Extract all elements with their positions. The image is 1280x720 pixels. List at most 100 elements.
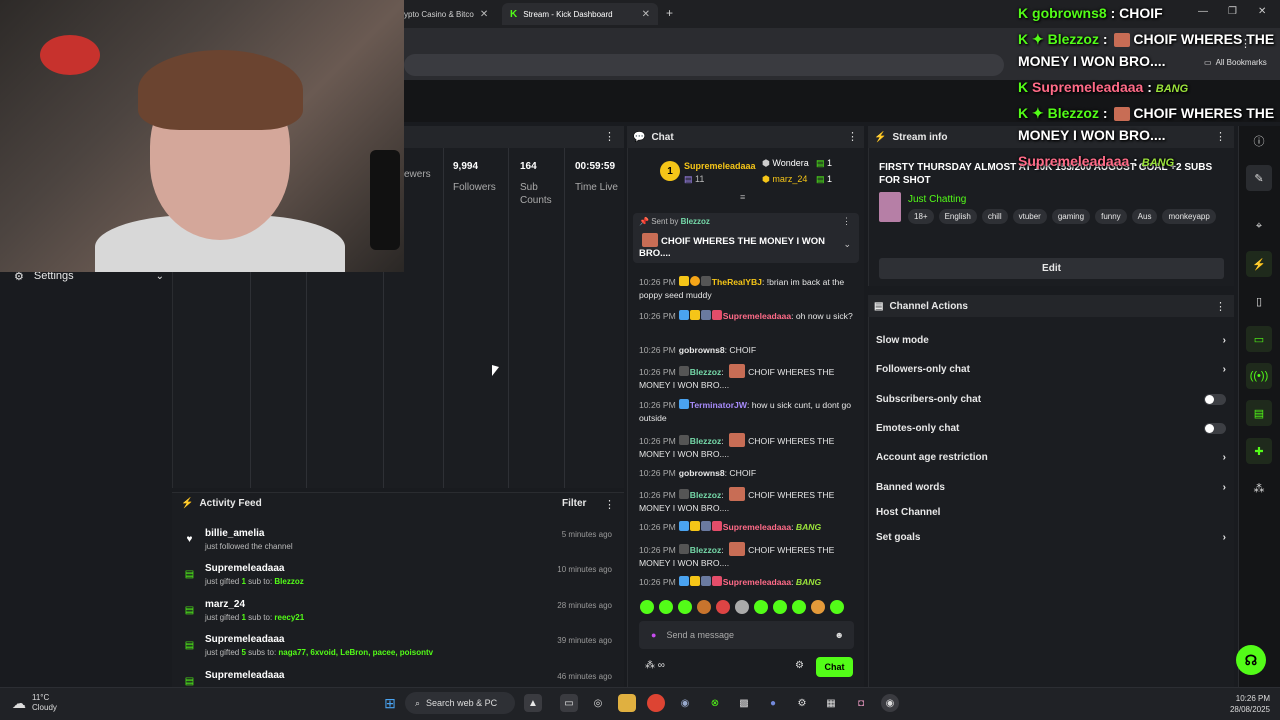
list-item: ♥ billie_amelia just followed the channe…	[180, 528, 616, 562]
weather-widget[interactable]: ☁ 11°C Cloudy	[12, 693, 57, 713]
taskbar-search[interactable]: ⌕ Search web & PC	[405, 692, 515, 714]
host-channel-row[interactable]: Host Channel	[876, 504, 1226, 520]
gift-icon: ▤	[816, 174, 825, 184]
emoji-icon[interactable]: ☻	[835, 630, 844, 640]
badge-icon	[678, 399, 689, 409]
all-bookmarks-label: All Bookmarks	[1215, 58, 1267, 67]
crown-icon	[689, 521, 700, 531]
xbox-icon[interactable]: ⊗	[706, 694, 724, 712]
tab-crypto-casino[interactable]: ypto Casino & Bitco ✕	[396, 3, 500, 25]
slow-mode-row[interactable]: Slow mode ›	[876, 332, 1226, 348]
new-tab-button[interactable]: +	[666, 6, 673, 20]
emote-icon[interactable]	[754, 600, 768, 614]
broadcast-icon[interactable]: ((•))	[1246, 363, 1272, 389]
target-icon[interactable]: ⌖	[1246, 213, 1272, 239]
settings-icon[interactable]: ⚙	[793, 694, 811, 712]
lightning-icon: ⚡	[874, 131, 887, 143]
emote-icon[interactable]	[811, 600, 825, 614]
steam-icon[interactable]: ◉	[676, 694, 694, 712]
activity-username[interactable]: billie_amelia	[205, 528, 264, 539]
apps-icon[interactable]: ⁂	[1246, 475, 1272, 501]
emote-icon[interactable]	[735, 600, 749, 614]
list-item: ▤ Supremeleadaaa just gifted 1 sub to: B…	[180, 563, 616, 597]
list-item: ▤ marz_24 just gifted 1 sub to: reecy21 …	[180, 599, 616, 633]
stream-info-title: Stream info	[892, 131, 948, 143]
filter-button[interactable]: Filter	[562, 498, 586, 509]
chat-message-input[interactable]: ● Send a message ☻	[639, 621, 854, 649]
all-bookmarks-button[interactable]: ▭ All Bookmarks	[1204, 58, 1267, 67]
close-window-icon[interactable]: ✕	[1258, 6, 1266, 17]
emote-icon[interactable]	[640, 600, 654, 614]
store-icon[interactable]: ▦	[822, 694, 840, 712]
stats-menu-icon[interactable]: ⋮	[604, 130, 615, 143]
chat-username: gobrowns8	[678, 345, 725, 355]
chevron-down-icon[interactable]: ⌄	[843, 239, 851, 250]
activity-username[interactable]: Supremeleadaaa	[205, 634, 285, 645]
activity-username[interactable]: marz_24	[205, 599, 245, 610]
taskbar-clock[interactable]: 10:26 PM 28/08/2025	[1226, 693, 1270, 715]
info-icon[interactable]: ⓘ	[1246, 128, 1272, 154]
app-icon[interactable]: ▲	[524, 694, 542, 712]
collapse-icon[interactable]: ≡	[740, 192, 745, 202]
minimize-icon[interactable]: —	[1198, 6, 1208, 17]
leaderboard-third[interactable]: ⬢ marz_24	[762, 174, 807, 185]
leaderboard-first-name[interactable]: Supremeleadaaa	[684, 161, 756, 171]
chrome-icon[interactable]	[647, 694, 665, 712]
file-explorer-icon[interactable]	[618, 694, 636, 712]
badge-icon	[700, 521, 711, 531]
emote-icon[interactable]	[697, 600, 711, 614]
gift-icon[interactable]: ⁂ ∞	[645, 660, 665, 671]
close-tab-icon[interactable]: ✕	[642, 9, 650, 20]
overlay-chat-line: K ✦ Blezzoz : CHOIF WHERES THE	[1018, 31, 1275, 47]
channel-actions-menu-icon[interactable]: ⋮	[1215, 300, 1226, 313]
pencil-icon[interactable]: ✎	[1246, 165, 1272, 191]
emote-icon[interactable]	[773, 600, 787, 614]
tab-kick-dashboard[interactable]: K Stream - Kick Dashboard ✕	[502, 3, 658, 25]
close-tab-icon[interactable]: ✕	[480, 9, 488, 20]
set-goals-row[interactable]: Set goals ›	[876, 529, 1226, 545]
activity-username[interactable]: Supremeleadaaa	[205, 563, 285, 574]
app-icon[interactable]: ◉	[881, 694, 899, 712]
mic-icon[interactable]: ●	[651, 630, 656, 640]
document-icon[interactable]: ▯	[1246, 288, 1272, 314]
emote-icon[interactable]	[792, 600, 806, 614]
stream-info-menu-icon[interactable]: ⋮	[1215, 130, 1226, 143]
chat-username: Blezzoz	[689, 490, 722, 500]
followers-only-row[interactable]: Followers-only chat ›	[876, 361, 1226, 377]
send-chat-button[interactable]: Chat	[816, 657, 853, 677]
emotes-only-toggle[interactable]	[1204, 422, 1226, 434]
emote-icon[interactable]	[678, 600, 692, 614]
app-icon[interactable]: ◎	[589, 694, 607, 712]
activity-username[interactable]: Supremeleadaaa	[205, 670, 285, 681]
chat-message: 10:26 PM Blezzoz: CHOIF WHERES THE MONEY …	[639, 487, 854, 515]
chat-icon[interactable]: ▭	[1246, 326, 1272, 352]
stream-category[interactable]: Just Chatting	[908, 194, 966, 205]
kick-favicon-icon: K	[510, 8, 518, 20]
wrench-icon[interactable]: ✚	[1246, 438, 1272, 464]
windows-start-icon[interactable]: ⊞	[381, 694, 399, 712]
chat-username: Blezzoz	[689, 436, 722, 446]
lightning-icon[interactable]: ⚡	[1246, 251, 1272, 277]
emote-icon[interactable]	[830, 600, 844, 614]
edit-stream-button[interactable]: Edit	[879, 258, 1224, 279]
leaderboard-third-count: ▤ 1	[816, 174, 833, 184]
emote-icon[interactable]	[659, 600, 673, 614]
maximize-icon[interactable]: ❐	[1228, 6, 1237, 17]
banned-words-row[interactable]: Banned words ›	[876, 479, 1226, 495]
server-icon[interactable]: ▤	[1246, 400, 1272, 426]
url-field[interactable]	[404, 54, 1004, 76]
pin-toggle-icon[interactable]: ⋮	[842, 216, 851, 227]
chat-menu-icon[interactable]: ⋮	[847, 130, 858, 143]
epic-games-icon[interactable]: ▩	[735, 694, 753, 712]
task-view-icon[interactable]: ▭	[560, 694, 578, 712]
leaderboard-second[interactable]: ⬢ Wondera	[762, 158, 809, 169]
subscribers-only-toggle[interactable]	[1204, 393, 1226, 405]
gear-icon[interactable]: ⚙	[795, 660, 804, 671]
emote-icon[interactable]	[716, 600, 730, 614]
account-age-row[interactable]: Account age restriction ›	[876, 449, 1226, 465]
activity-menu-icon[interactable]: ⋮	[604, 498, 615, 511]
help-support-icon[interactable]: ☊	[1236, 645, 1266, 675]
chat-username: gobrowns8	[678, 468, 725, 478]
discord-icon[interactable]: ●	[764, 694, 782, 712]
app-icon[interactable]: ◘	[852, 694, 870, 712]
